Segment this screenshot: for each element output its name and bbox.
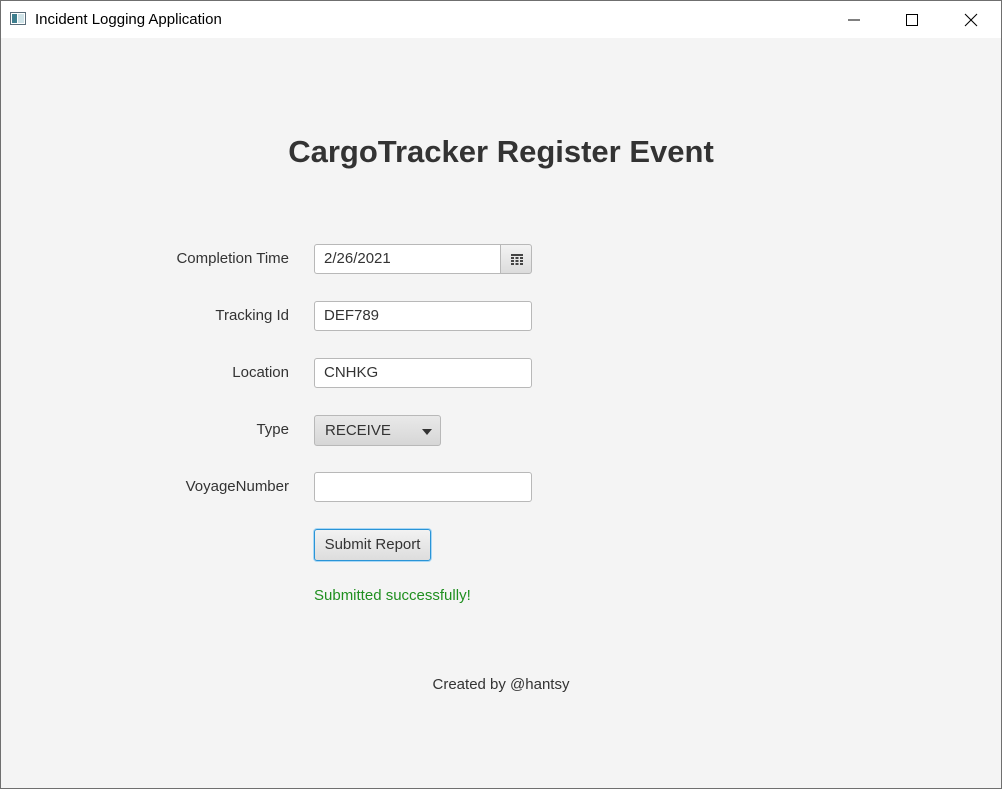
location-input[interactable]: CNHKG <box>314 358 532 388</box>
window-title: Incident Logging Application <box>35 11 222 28</box>
java-window-icon <box>10 12 26 25</box>
status-message: Submitted successfully! <box>314 587 471 604</box>
minimize-icon <box>848 19 860 21</box>
calendar-icon <box>511 254 523 265</box>
tracking-id-input[interactable]: DEF789 <box>314 301 532 331</box>
app-window: Incident Logging Application CargoTracke… <box>0 0 1002 789</box>
maximize-button[interactable] <box>883 1 941 38</box>
minimize-button[interactable] <box>825 1 883 38</box>
close-icon <box>964 13 978 27</box>
location-label: Location <box>232 364 289 381</box>
type-label: Type <box>256 421 289 438</box>
voyage-number-input[interactable] <box>314 472 532 502</box>
footer-credit: Created by @hantsy <box>432 676 570 693</box>
completion-time-label: Completion Time <box>176 250 289 267</box>
completion-time-input[interactable]: 2/26/2021 <box>314 244 501 274</box>
maximize-icon <box>906 14 918 26</box>
title-bar: Incident Logging Application <box>1 1 1001 38</box>
page-title: CargoTracker Register Event <box>288 134 714 169</box>
voyage-number-label: VoyageNumber <box>185 478 289 495</box>
date-picker-button[interactable] <box>500 244 532 274</box>
close-button[interactable] <box>942 1 1000 38</box>
submit-report-button[interactable]: Submit Report <box>314 529 431 561</box>
type-select[interactable]: RECEIVE <box>314 415 441 446</box>
type-selected-value: RECEIVE <box>325 422 391 439</box>
tracking-id-label: Tracking Id <box>215 307 289 324</box>
caret-down-icon <box>422 429 432 435</box>
